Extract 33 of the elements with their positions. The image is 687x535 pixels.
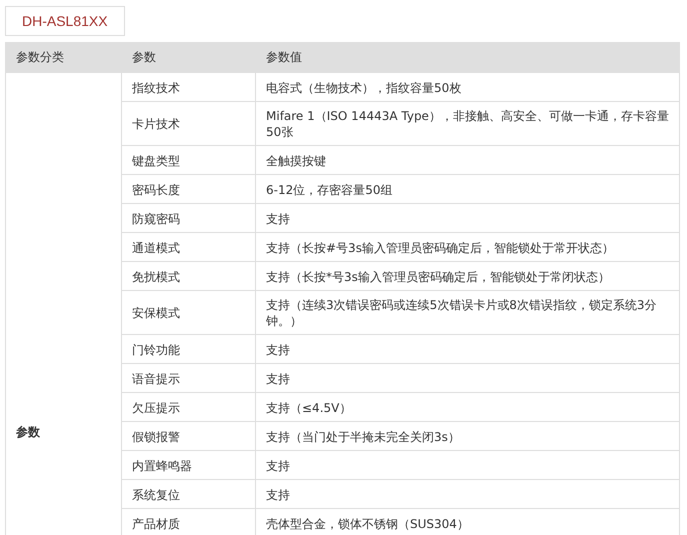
column-header: 参数分类 [6,42,122,72]
table-cell: 语音提示 [122,364,256,392]
table-cell: 全触摸按键 [256,146,680,174]
table-cell: 键盘类型 [122,146,256,174]
table-cell: 指纹技术 [122,72,256,102]
table-cell: 欠压提示 [122,392,256,422]
table-cell: 支持（长按*号3s输入管理员密码确定后，智能锁处于常闭状态） [256,262,680,290]
model-tab[interactable]: DH-ASL81XX [5,6,125,36]
table-cell: 内置蜂鸣器 [122,450,256,480]
table-cell: 免扰模式 [122,262,256,290]
table-cell: Mifare 1（ISO 14443A Type），非接触、高安全、可做一卡通，存卡容量50张 [256,102,680,146]
table-cell: 密码长度 [122,174,256,204]
table-cell: 支持 [256,480,680,508]
table-cell: 门铃功能 [122,334,256,364]
table-cell: 电容式（生物技术），指纹容量50枚 [256,72,680,102]
column-header: 参数 [122,42,256,72]
category-cell: 参数 [6,72,122,535]
table-cell: 假锁报警 [122,422,256,450]
table-cell: 支持（当门处于半掩未完全关闭3s） [256,422,680,450]
table-cell: 安保模式 [122,290,256,334]
table-cell: 支持 [256,204,680,232]
table-cell: 支持 [256,450,680,480]
table-cell: 6-12位，存密容量50组 [256,174,680,204]
table-cell: 卡片技术 [122,102,256,146]
column-header: 参数值 [256,42,680,72]
table-cell: 通道模式 [122,232,256,262]
table-cell: 支持（≤4.5V） [256,392,680,422]
table-cell: 支持（长按#号3s输入管理员密码确定后，智能锁处于常开状态） [256,232,680,262]
table-cell: 系统复位 [122,480,256,508]
table-cell: 支持（连续3次错误密码或连续5次错误卡片或8次错误指纹，锁定系统3分钟。） [256,290,680,334]
table-cell: 支持 [256,364,680,392]
table-cell: 支持 [256,334,680,364]
table-cell: 防窥密码 [122,204,256,232]
